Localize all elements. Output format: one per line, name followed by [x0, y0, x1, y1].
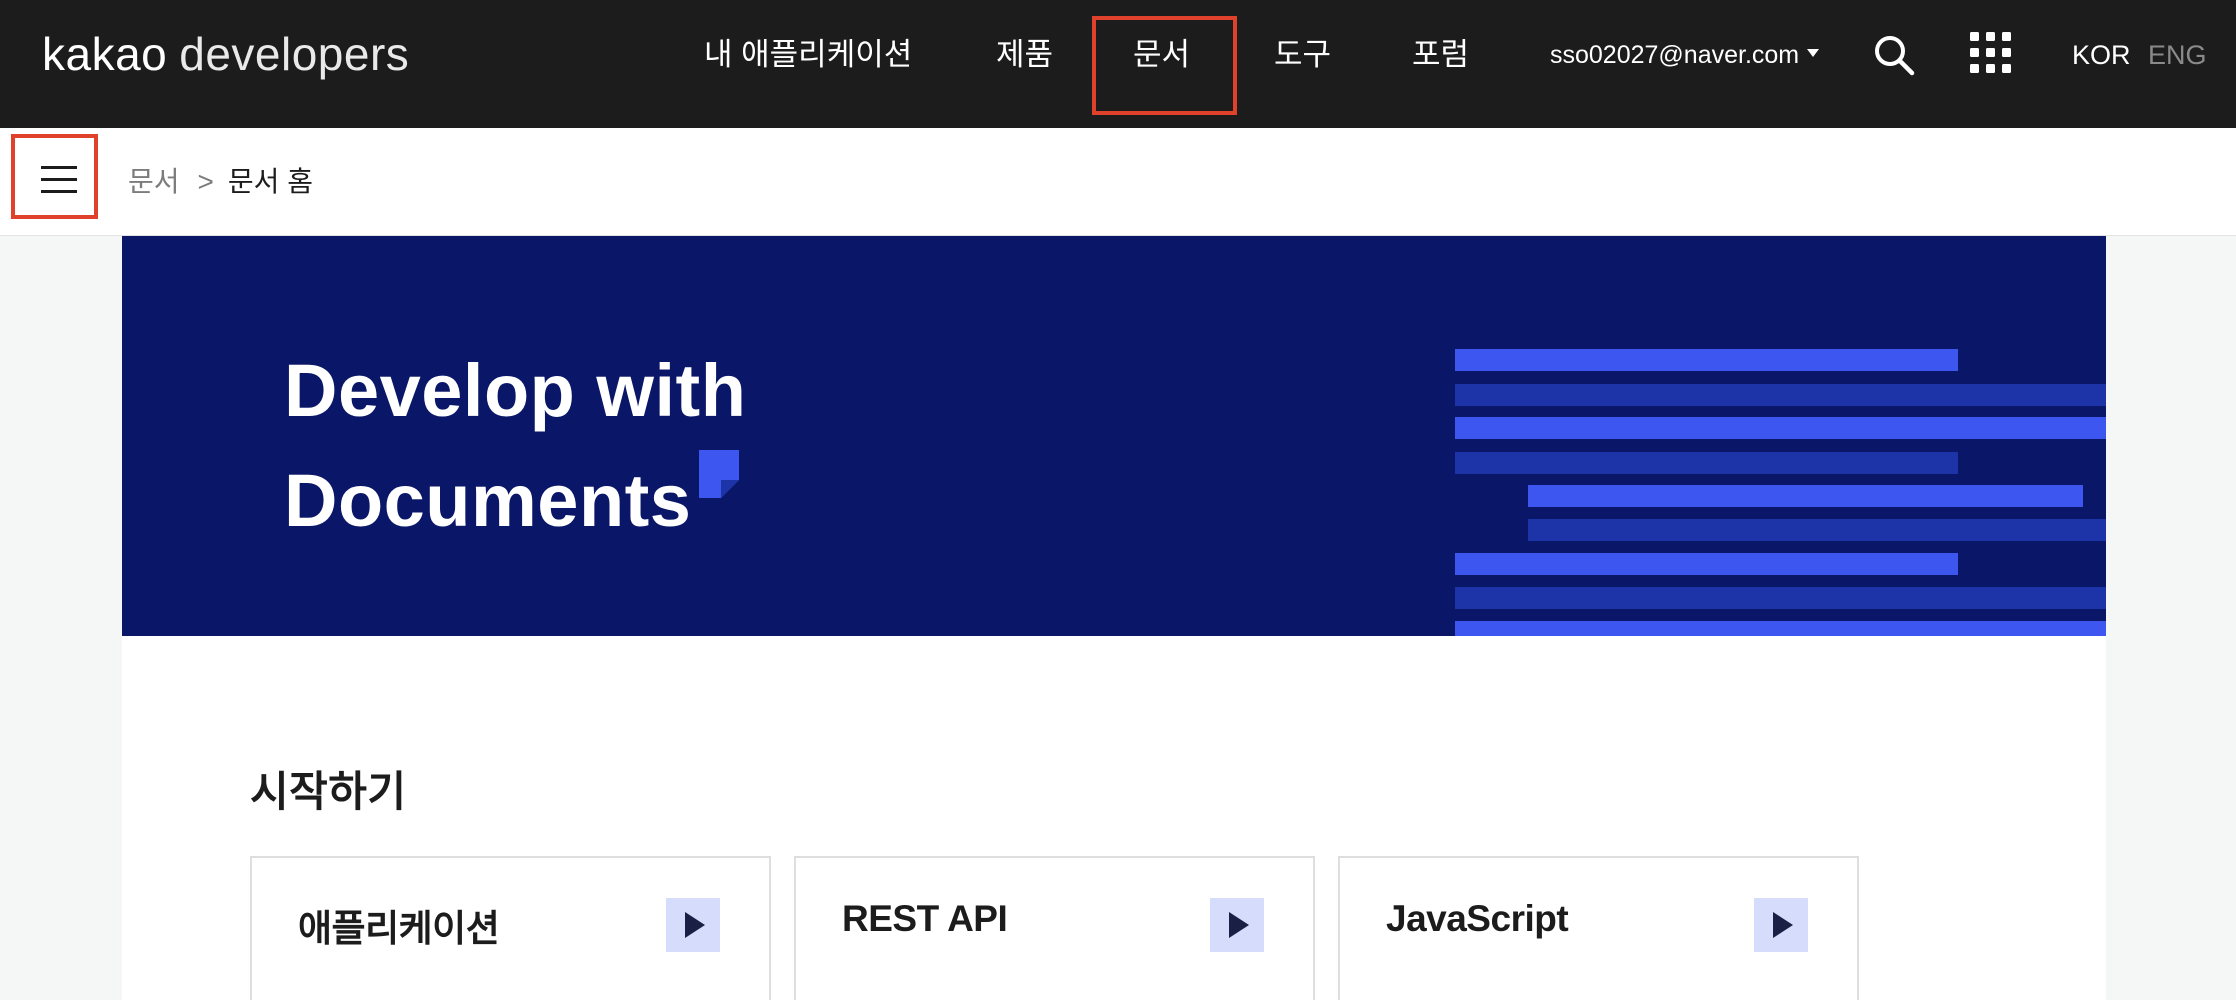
user-account-menu[interactable]: sso02027@naver.com [1550, 30, 1820, 80]
hero-title-documents: Documents [284, 459, 692, 542]
search-icon [1875, 36, 1915, 76]
logo-kakao-text: kakao [42, 28, 168, 80]
apps-grid-icon [1970, 32, 2011, 73]
hero-deco-bar [1455, 621, 2106, 636]
card-label: JavaScript [1386, 898, 1569, 939]
hero-deco-bar [1455, 553, 1958, 575]
breadcrumb-bar: 문서 > 문서 홈 [0, 128, 2236, 236]
card-label: REST API [842, 898, 1008, 939]
hero-deco-bar [1528, 519, 2106, 541]
play-icon [1229, 912, 1249, 938]
breadcrumb-separator: > [197, 166, 214, 197]
nav-docs[interactable]: 문서 [1133, 30, 1190, 80]
play-icon [1773, 912, 1793, 938]
sidebar-menu-button[interactable] [11, 134, 98, 219]
getting-started-card-application[interactable]: 애플리케이션 [250, 856, 771, 1000]
caret-down-icon [1807, 49, 1820, 58]
breadcrumb-current-page: 문서 홈 [227, 166, 313, 197]
getting-started-card-rest-api[interactable]: REST API [794, 856, 1315, 1000]
nav-tools[interactable]: 도구 [1274, 30, 1331, 80]
kakao-developers-logo[interactable]: kakao developers [42, 26, 409, 82]
language-korean[interactable]: KOR [2072, 30, 2131, 80]
document-mark-icon [699, 450, 740, 498]
hero-title-line-2: Documents [284, 446, 746, 556]
card-play-button[interactable] [666, 898, 720, 952]
card-play-button[interactable] [1210, 898, 1264, 952]
hero-deco-bar [1455, 452, 1958, 474]
getting-started-heading: 시작하기 [250, 768, 407, 815]
hero-deco-bar [1528, 485, 2083, 507]
hero-banner: Develop with Documents [122, 236, 2106, 636]
getting-started-card-javascript[interactable]: JavaScript [1338, 856, 1859, 1000]
hamburger-menu-icon [41, 166, 77, 194]
card-label: 애플리케이션 [298, 908, 500, 949]
breadcrumb: 문서 > 문서 홈 [128, 162, 313, 202]
play-icon [685, 912, 705, 938]
hero-decorative-lines [1455, 349, 2106, 636]
apps-menu-button[interactable] [1968, 30, 2014, 76]
language-english[interactable]: ENG [2148, 30, 2207, 80]
docs-home-content: Develop with Documents 시작하기 애플리케이션 REST … [122, 236, 2106, 1000]
breadcrumb-docs[interactable]: 문서 [128, 166, 180, 197]
card-play-button[interactable] [1754, 898, 1808, 952]
search-button[interactable] [1872, 33, 1916, 77]
nav-products[interactable]: 제품 [996, 30, 1053, 80]
top-navigation-bar: kakao developers 내 애플리케이션 제품 문서 도구 포럼 sso… [0, 0, 2236, 128]
hero-deco-bar [1455, 384, 2106, 406]
hero-title-line-1: Develop with [284, 349, 747, 432]
nav-my-applications[interactable]: 내 애플리케이션 [704, 30, 912, 80]
user-email: sso02027@naver.com [1550, 41, 1800, 69]
logo-developers-text: developers [179, 28, 410, 80]
hero-deco-bar [1455, 417, 2106, 439]
hero-deco-bar [1455, 587, 2106, 609]
hero-title: Develop with Documents [284, 336, 746, 556]
hero-deco-bar [1455, 349, 1958, 371]
nav-forum[interactable]: 포럼 [1412, 30, 1469, 80]
